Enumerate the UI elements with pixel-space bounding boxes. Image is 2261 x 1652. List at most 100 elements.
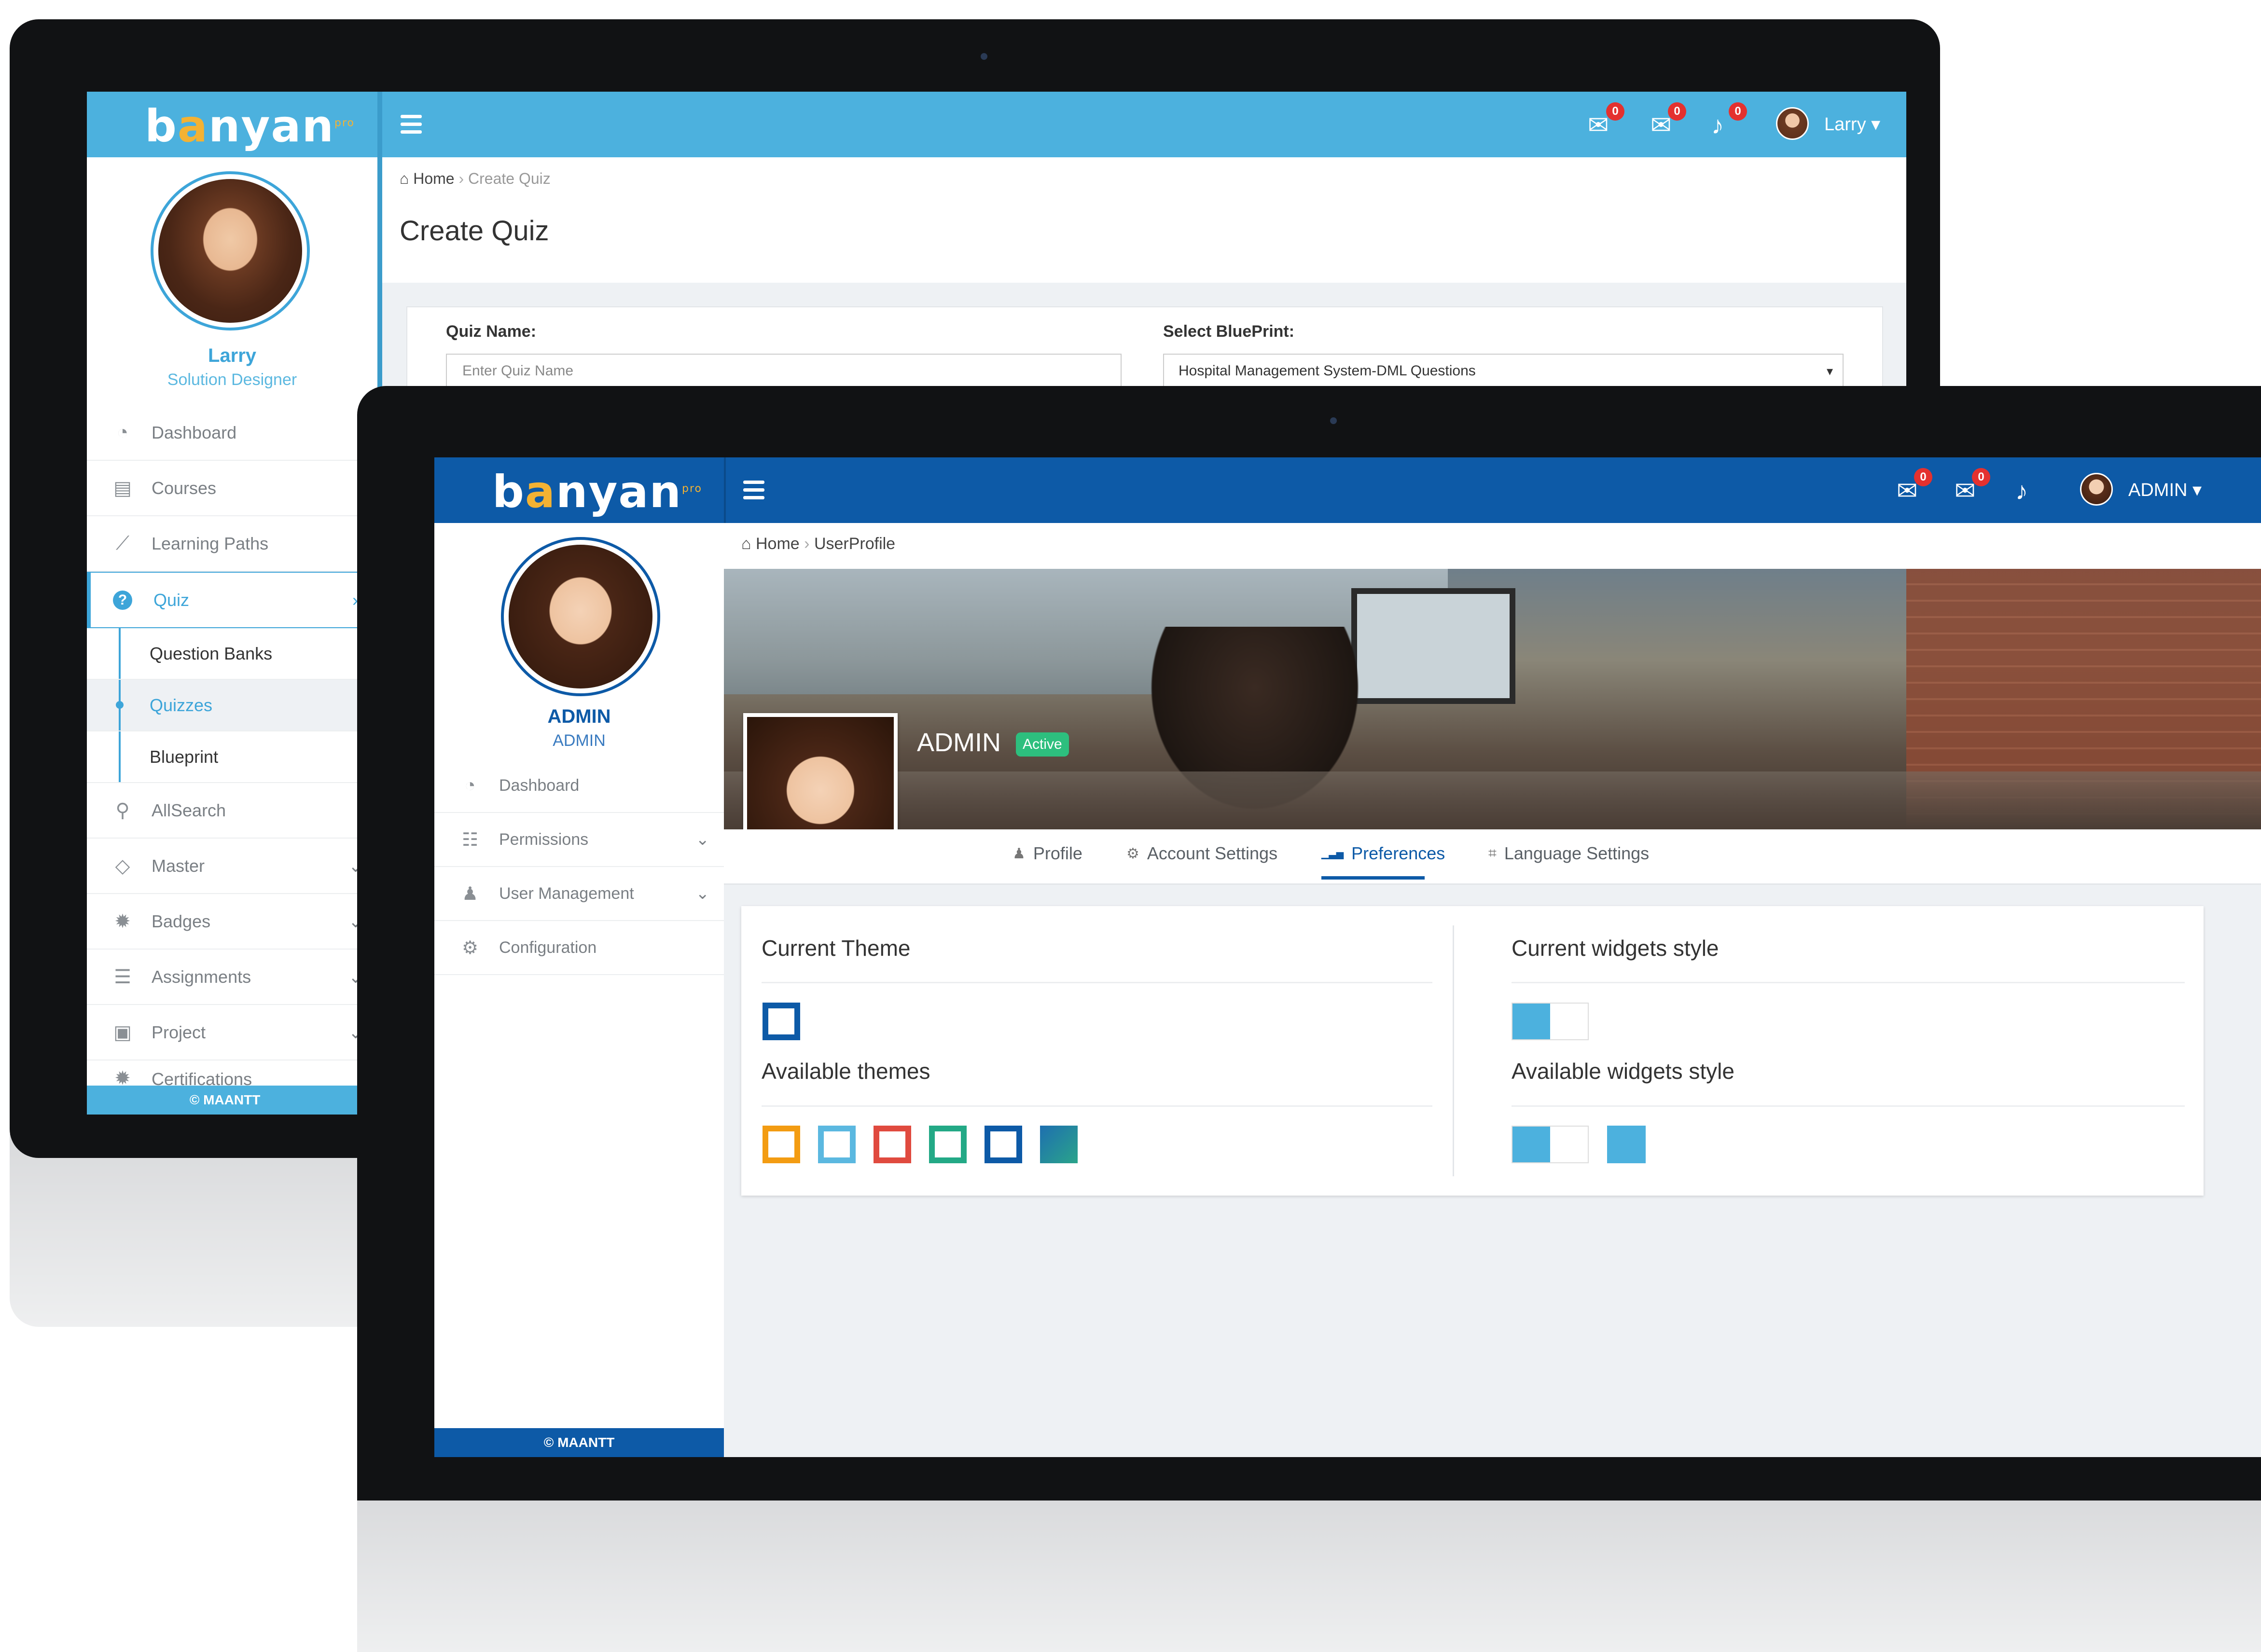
breadcrumb-current: Create Quiz	[468, 170, 551, 187]
back-brand-logo: banyanpro	[145, 100, 355, 152]
back-page-header	[382, 157, 1906, 283]
quiz-name-label: Quiz Name:	[446, 322, 537, 341]
tab-preferences[interactable]: ▁▃▅ Preferences	[1321, 843, 1445, 864]
breadcrumb-current: UserProfile	[814, 535, 896, 553]
front-brand-logo: banyanpro	[492, 466, 702, 518]
users-icon: ♟	[461, 883, 479, 904]
gear-icon: ⚙	[1126, 845, 1139, 862]
quiz-name-input[interactable]: Enter Quiz Name	[446, 354, 1122, 388]
sidebar-item-badges[interactable]: ✹ Badges ⌄	[87, 894, 363, 950]
front-screen: banyanpro ✉ 0 ✉ 0 ♪ ADMIN ▾ ADMIN ADMIN …	[434, 457, 2261, 1457]
front-nav: ◔ Dashboard ☷ Permissions ⌄ ♟ User Managemen…	[434, 759, 724, 975]
front-monitor-chin	[357, 1496, 2261, 1652]
available-themes-rule	[762, 1105, 1432, 1107]
sidebar-item-user-management[interactable]: ♟ User Management ⌄	[434, 867, 724, 921]
sidebar-item-configuration[interactable]: ⚙ Configuration	[434, 921, 724, 975]
front-sidebar-footer: © MAANTT	[434, 1428, 724, 1457]
widget-style-option-solid[interactable]	[1607, 1126, 1646, 1163]
front-user-menu[interactable]: ADMIN ▾	[2128, 477, 2202, 504]
cover-user-name: ADMIN	[917, 728, 1001, 757]
available-themes-title: Available themes	[762, 1059, 930, 1084]
sidebar-item-project[interactable]: ▣ Project ⌄	[87, 1005, 363, 1060]
available-widgets-rule	[1512, 1105, 2185, 1107]
back-header-avatar[interactable]	[1776, 107, 1809, 140]
sidebar-subitem-quizzes[interactable]: Quizzes	[87, 680, 363, 731]
chat-badge: 0	[1606, 102, 1624, 121]
sidebar-item-master[interactable]: ◇ Master ⌄	[87, 839, 363, 894]
front-logo-divider	[724, 457, 726, 523]
sidebar-subitem-question-banks[interactable]: Question Banks	[87, 628, 363, 680]
tab-account-settings[interactable]: ⚙ Account Settings	[1126, 843, 1277, 864]
chevron-down-icon: ▾	[1826, 364, 1833, 378]
dashboard-icon: ◔	[116, 422, 129, 443]
theme-swatch-orange[interactable]	[763, 1126, 800, 1163]
badge-icon: ✹	[114, 910, 131, 932]
list-icon: ☰	[114, 966, 131, 988]
front-header-avatar[interactable]	[2080, 473, 2113, 506]
front-breadcrumb-bar	[724, 523, 2261, 569]
front-monitor-camera	[1330, 417, 1337, 424]
sidebar-item-assignments[interactable]: ☰ Assignments ⌄	[87, 950, 363, 1005]
tab-language-settings[interactable]: ⌗ Language Settings	[1488, 843, 1649, 864]
mail-badge: 0	[1972, 468, 1990, 486]
breadcrumb-home[interactable]: Home	[413, 170, 454, 187]
breadcrumb-home[interactable]: Home	[756, 535, 800, 553]
sidebar-item-quiz[interactable]: ? Quiz ›	[87, 572, 363, 628]
back-sidebar-footer: © MAANTT	[87, 1086, 363, 1115]
home-icon: ⌂	[741, 535, 751, 553]
sidebar-item-dashboard[interactable]: ◔ Dashboard	[434, 759, 724, 813]
blueprint-select[interactable]: Hospital Management System-DML Questions…	[1163, 354, 1844, 388]
language-icon: ⌗	[1488, 845, 1497, 861]
chart-line-icon: ⟋	[116, 533, 129, 554]
status-badge: Active	[1016, 732, 1069, 757]
sidebar-item-permissions[interactable]: ☷ Permissions ⌄	[434, 813, 724, 867]
page-title: Create Quiz	[400, 215, 549, 247]
back-nav: ◔ Dashboard ▤ Courses ⟋ Learning Paths ? Qu…	[87, 405, 363, 1090]
theme-swatch-red[interactable]	[874, 1126, 911, 1163]
chevron-down-icon: ⌄	[695, 884, 710, 903]
breadcrumb: ⌂ Home › UserProfile	[741, 535, 896, 553]
sidebar-subitem-blueprint[interactable]: Blueprint	[87, 731, 363, 783]
current-theme-swatch	[763, 1003, 800, 1043]
home-icon: ⌂	[400, 170, 409, 187]
sidebar-item-learning-paths[interactable]: ⟋ Learning Paths	[87, 516, 363, 572]
current-theme-title: Current Theme	[762, 936, 911, 961]
blueprint-label: Select BluePrint:	[1163, 322, 1295, 341]
theme-swatch-light-blue[interactable]	[818, 1126, 856, 1163]
back-profile-name: Larry	[208, 345, 257, 366]
user-icon: ♟	[1013, 845, 1026, 862]
mail-badge: 0	[1668, 102, 1686, 121]
current-theme-rule	[762, 982, 1432, 983]
bell-icon[interactable]: ♪	[2015, 478, 2044, 505]
front-menu-toggle[interactable]	[743, 481, 764, 500]
sidebar-item-courses[interactable]: ▤ Courses	[87, 461, 363, 516]
front-profile-name: ADMIN	[547, 706, 611, 727]
current-widgets-title: Current widgets style	[1512, 936, 1719, 961]
back-monitor-camera	[981, 53, 987, 60]
chat-badge: 0	[1914, 468, 1932, 486]
back-user-menu[interactable]: Larry ▾	[1824, 111, 1880, 138]
widget-style-option-split[interactable]	[1512, 1126, 1589, 1163]
back-profile-role: Solution Designer	[167, 371, 297, 389]
current-widget-style	[1512, 1003, 1589, 1040]
sliders-icon: ☷	[461, 829, 479, 850]
bar-chart-icon: ▁▃▅	[1321, 848, 1344, 859]
sidebar-item-dashboard[interactable]: ◔ Dashboard	[87, 405, 363, 461]
dashboard-icon: ◔	[464, 775, 476, 796]
sidebar-item-allsearch[interactable]: ⚲ AllSearch	[87, 783, 363, 839]
theme-swatch-gradient[interactable]	[1040, 1126, 1078, 1163]
front-monitor: banyanpro ✉ 0 ✉ 0 ♪ ADMIN ▾ ADMIN ADMIN …	[357, 386, 2261, 1652]
active-tab-indicator	[1321, 876, 1425, 880]
diamond-icon: ◇	[115, 855, 130, 877]
back-menu-toggle[interactable]	[401, 115, 422, 134]
tab-profile[interactable]: ♟ Profile	[1013, 843, 1082, 864]
search-icon: ⚲	[115, 799, 130, 821]
book-icon: ▤	[113, 477, 132, 499]
cover-photo	[724, 569, 2261, 829]
front-header	[434, 457, 2261, 523]
theme-swatches	[763, 1126, 1078, 1166]
theme-swatch-blue[interactable]	[985, 1126, 1022, 1163]
theme-swatch-green[interactable]	[929, 1126, 967, 1163]
question-icon: ?	[113, 590, 132, 610]
breadcrumb: ⌂ Home › Create Quiz	[400, 170, 551, 187]
